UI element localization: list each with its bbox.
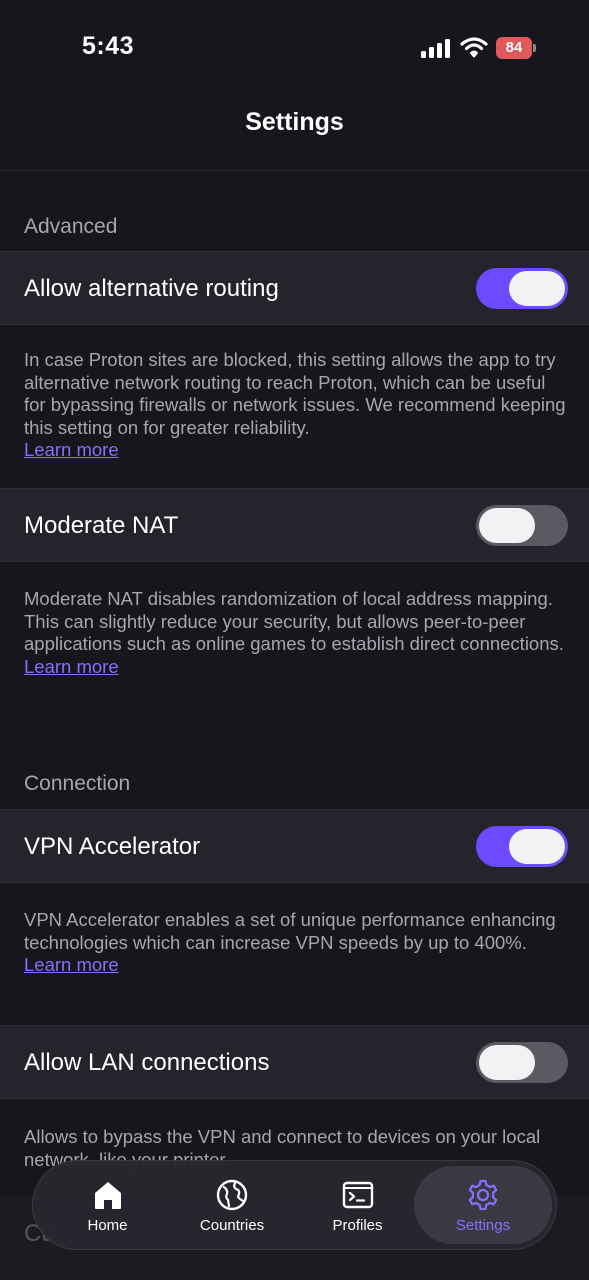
settings-screen: 5:43 84 Settings Advanced Allow alternat… — [0, 0, 589, 1280]
vpn-accelerator-label: VPN Accelerator — [24, 833, 201, 860]
alternative-routing-label: Allow alternative routing — [24, 275, 279, 302]
moderate-nat-description: Moderate NAT disables randomization of l… — [24, 588, 569, 678]
alternative-routing-description-text: In case Proton sites are blocked, this s… — [24, 349, 566, 438]
tab-settings-label: Settings — [455, 1217, 511, 1234]
tab-home[interactable]: Home — [55, 1161, 160, 1249]
learn-more-link-routing[interactable]: Learn more — [24, 439, 119, 462]
home-icon — [94, 1182, 121, 1209]
vpn-accelerator-toggle[interactable] — [476, 826, 568, 867]
tab-bar: Home Countries Profiles Settings — [32, 1160, 557, 1250]
vpn-accelerator-description-text: VPN Accelerator enables a set of unique … — [24, 909, 556, 953]
tab-profiles-label: Profiles — [332, 1217, 383, 1234]
lan-connections-toggle[interactable] — [476, 1042, 568, 1083]
status-bar: 5:43 84 — [0, 0, 589, 90]
vpn-accelerator-description: VPN Accelerator enables a set of unique … — [24, 909, 569, 977]
globe-icon — [216, 1179, 248, 1211]
learn-more-link-accelerator[interactable]: Learn more — [24, 954, 119, 977]
wifi-icon — [460, 37, 488, 58]
toggle-knob — [479, 1045, 535, 1080]
cellular-signal-icon — [421, 38, 451, 58]
moderate-nat-description-text: Moderate NAT disables randomization of l… — [24, 588, 564, 655]
battery-icon: 84 — [496, 37, 536, 59]
toggle-knob — [509, 829, 565, 864]
alternative-routing-description: In case Proton sites are blocked, this s… — [24, 349, 569, 462]
toggle-knob — [479, 508, 535, 543]
page-title: Settings — [245, 108, 344, 136]
battery-level: 84 — [505, 39, 523, 56]
tab-countries[interactable]: Countries — [176, 1161, 288, 1249]
lan-connections-label: Allow LAN connections — [24, 1049, 270, 1076]
status-time: 5:43 — [82, 32, 135, 60]
section-header-connection: Connection — [24, 772, 131, 795]
gear-icon — [468, 1179, 498, 1211]
alternative-routing-toggle[interactable] — [476, 268, 568, 309]
alternative-routing-row: Allow alternative routing — [0, 251, 589, 325]
moderate-nat-row: Moderate NAT — [0, 488, 589, 562]
tab-profiles[interactable]: Profiles — [305, 1161, 410, 1249]
section-header-advanced: Advanced — [24, 215, 118, 238]
nav-divider — [0, 170, 589, 171]
tab-countries-label: Countries — [199, 1217, 265, 1234]
toggle-knob — [509, 271, 565, 306]
learn-more-link-nat[interactable]: Learn more — [24, 656, 119, 679]
moderate-nat-toggle[interactable] — [476, 505, 568, 546]
terminal-icon — [342, 1181, 373, 1209]
vpn-accelerator-row: VPN Accelerator — [0, 809, 589, 883]
lan-connections-row: Allow LAN connections — [0, 1025, 589, 1099]
tab-settings[interactable]: Settings — [414, 1166, 552, 1244]
tab-home-label: Home — [87, 1217, 128, 1234]
moderate-nat-label: Moderate NAT — [24, 512, 179, 539]
